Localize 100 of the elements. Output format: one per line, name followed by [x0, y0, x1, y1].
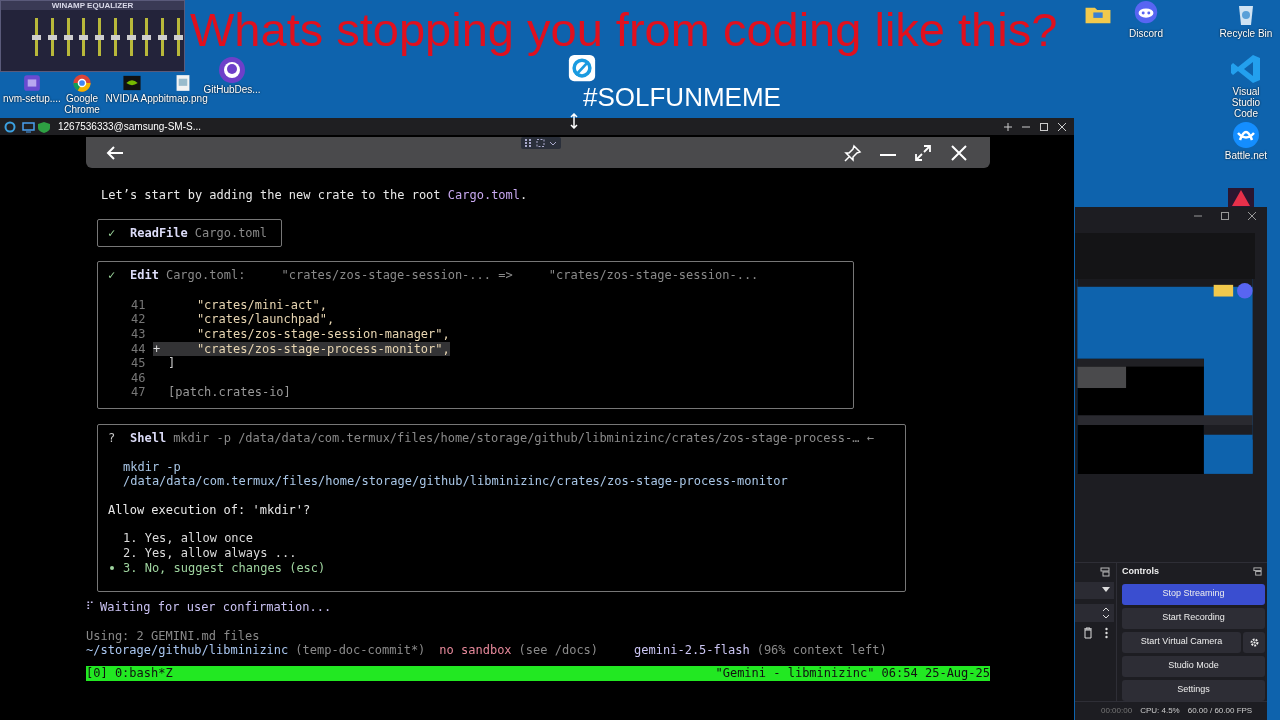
slider-thumb[interactable]: [142, 34, 152, 40]
slider-thumb[interactable]: [48, 34, 58, 40]
app-icon: [122, 73, 142, 93]
app-icon: [22, 73, 42, 93]
equalizer-slider[interactable]: [35, 18, 39, 56]
sandbox-note: (see /docs): [518, 643, 599, 658]
undock-icon: [1253, 567, 1262, 576]
status-icon: ✓: [108, 268, 130, 283]
maximize-icon: [1038, 120, 1050, 133]
app-icon: [568, 54, 596, 82]
tool-name: Shell: [130, 430, 167, 446]
desktop-icon-label[interactable]: Discord: [1129, 28, 1163, 39]
command-text: /data/data/com.termux/files/home/storage/github/libminizinc/crates/zos-stage-process-monitor: [123, 474, 789, 489]
close-icon: [1247, 210, 1257, 221]
slider-thumb[interactable]: [110, 34, 120, 40]
desktop-icon-label[interactable]: bitmap.png: [158, 93, 208, 104]
code-line: [patch.crates-io]: [168, 385, 291, 400]
equalizer-slider[interactable]: [160, 18, 164, 56]
context-info: Using: 2 GEMINI.md files: [86, 628, 261, 644]
status-icons: [22, 120, 52, 133]
stepper-icon: [1102, 605, 1110, 620]
desktop-icon-label[interactable]: Battle.net: [1224, 150, 1268, 161]
trash-icon: [1083, 626, 1093, 639]
equalizer-slider[interactable]: [82, 18, 86, 56]
desktop-icon-label[interactable]: Recycle Bin: [1219, 28, 1273, 39]
fps-readout: 60.00 / 60.00 FPS: [1187, 704, 1253, 717]
control-button[interactable]: Settings: [1122, 679, 1265, 701]
app-icon: [4, 120, 16, 133]
more-icon: [1105, 626, 1108, 639]
slider-thumb[interactable]: [63, 34, 73, 40]
equalizer-slider[interactable]: [66, 18, 70, 56]
slider-thumb[interactable]: [79, 34, 89, 40]
pin-icon: [844, 143, 862, 162]
tmux-status-right: "Gemini - libminizinc" 06:54 25-Aug-25: [715, 666, 990, 681]
control-button[interactable]: Stop Streaming: [1122, 583, 1265, 605]
control-button[interactable]: Studio Mode: [1122, 655, 1265, 677]
stream-time: 00:00:00: [1101, 704, 1133, 717]
context-remaining: (96% context left): [756, 643, 887, 658]
caret-icon: [1102, 587, 1110, 593]
view-options-icon: [521, 137, 561, 149]
app-icon: [1229, 52, 1263, 86]
app-icon: [218, 56, 246, 84]
app-icon: [72, 73, 92, 93]
line-number: 41: [131, 297, 147, 313]
line-number: 47: [131, 385, 147, 400]
close-icon: [1056, 120, 1068, 133]
equalizer-slider[interactable]: [98, 18, 102, 56]
slider-thumb[interactable]: [173, 34, 183, 40]
desktop-icon-label[interactable]: NVIDIA App: [105, 93, 159, 104]
new-tab-icon: [1002, 120, 1014, 133]
dock-title: Controls: [1122, 564, 1159, 578]
desktop-icon-label[interactable]: Visual Studio Code: [1219, 86, 1273, 119]
slider-thumb[interactable]: [32, 34, 42, 40]
app-icon: [1228, 188, 1254, 208]
overlay-hashtag: #SOLFUNMEME: [583, 82, 781, 112]
slider-thumb[interactable]: [95, 34, 105, 40]
dropdown[interactable]: [1075, 581, 1114, 599]
minimize-icon: [880, 153, 896, 156]
equalizer-slider[interactable]: [51, 18, 55, 56]
code-line: "crates/zos-stage-session-manager",: [195, 326, 450, 342]
command-text: mkdir -p: [123, 459, 182, 475]
status-icon: ?: [108, 430, 130, 446]
assistant-message: Let’s start by adding the new crate to the root Cargo.toml.: [100, 188, 529, 203]
desktop-icon-label[interactable]: GitHubDes...: [203, 84, 261, 95]
desktop-icon-label[interactable]: nvm-setup....: [3, 93, 61, 104]
waiting-status: Waiting for user confirmation...: [100, 600, 332, 615]
slider-thumb[interactable]: [126, 34, 136, 40]
gear-icon: [1248, 636, 1260, 648]
sandbox-status: no sandbox: [439, 643, 512, 658]
line-number: 46: [131, 370, 147, 386]
permission-option[interactable]: 2. Yes, allow always ...: [123, 545, 297, 561]
slider-thumb[interactable]: [157, 34, 167, 40]
control-button[interactable]: Start Virtual Camera: [1122, 631, 1241, 653]
tool-detail: Cargo.toml: [194, 225, 268, 241]
tmux-window-list: [0] 0:bash*Z: [86, 666, 173, 681]
tool-detail: mkdir -p /data/data/com.termux/files/home/storage/github/libminizinc/crates/zos-stage-process-… ←: [173, 430, 874, 446]
cpu-usage: CPU: 4.5%: [1140, 704, 1180, 717]
code-line: "crates/launchpad",: [195, 312, 335, 327]
permission-option[interactable]: 3. No, suggest changes (esc): [123, 560, 326, 576]
diff-sign: +: [153, 341, 162, 357]
resize-cursor-icon: [570, 113, 578, 129]
spinner-icon: ⠏: [86, 600, 100, 615]
equalizer-slider[interactable]: [113, 18, 117, 56]
control-button[interactable]: Start Recording: [1122, 607, 1265, 629]
permission-option[interactable]: 1. Yes, allow once: [123, 531, 254, 546]
close-icon: [950, 143, 968, 162]
undock-icon: [1100, 566, 1110, 577]
back-icon: [106, 144, 124, 161]
window-title: 1267536333@samsung-SM-S...: [58, 120, 201, 134]
model-name: gemini-2.5-flash: [634, 643, 750, 658]
expand-icon: [914, 143, 932, 162]
equalizer-slider[interactable]: [145, 18, 149, 56]
line-number: 45: [131, 356, 147, 371]
settings-button[interactable]: [1243, 631, 1265, 653]
equalizer-slider[interactable]: [176, 18, 180, 56]
equalizer-slider[interactable]: [129, 18, 133, 56]
git-branch: (temp-doc-commit*): [295, 643, 426, 658]
overlay-caption: Whats stopping you from coding like this?: [190, 2, 1058, 58]
line-number: 43: [131, 326, 147, 342]
code-line: "crates/zos-stage-process-monitor",: [195, 341, 450, 357]
